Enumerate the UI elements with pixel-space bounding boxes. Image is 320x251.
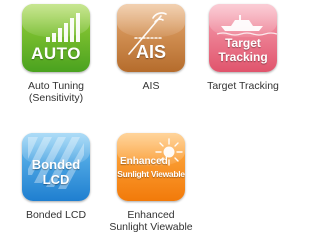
bonded-tile-label-line1: Bonded (31, 157, 81, 172)
feature-ais: AIS AIS (104, 4, 198, 92)
sun-icon (155, 138, 183, 166)
auto-tile-label: AUTO (31, 44, 81, 63)
sunlight-viewable-tile[interactable]: Enhanced Sunlight Viewable (117, 133, 185, 201)
auto-tuning-tile[interactable]: AUTO (22, 4, 90, 72)
bonded-lcd-caption: Bonded LCD (25, 209, 87, 221)
sunlight-viewable-caption: Enhanced Sunlight Viewable (109, 209, 193, 233)
sun-tile-label-line1: Enhanced (120, 156, 168, 167)
ais-caption: AIS (142, 80, 160, 92)
bonded-lcd-tile[interactable]: Bonded LCD (22, 133, 90, 201)
feature-target-tracking: Target Tracking Target Tracking (196, 4, 290, 92)
target-tracking-caption: Target Tracking (207, 80, 279, 92)
target-tracking-tile[interactable]: Target Tracking (209, 4, 277, 72)
feature-bonded-lcd: Bonded LCD Bonded LCD (9, 133, 103, 221)
target-tile-label-line1: Target (225, 36, 261, 50)
feature-sunlight-viewable: Enhanced Sunlight Viewable Enhanced Sunl… (104, 133, 198, 233)
bonded-tile-label-line2: LCD (42, 172, 70, 187)
target-tile-label-line2: Tracking (218, 50, 268, 64)
feature-auto-tuning: AUTO Auto Tuning (Sensitivity) (9, 4, 103, 104)
ais-tile[interactable]: AIS (117, 4, 185, 72)
auto-tuning-caption: Auto Tuning (Sensitivity) (27, 80, 85, 104)
sun-tile-label-line2: Sunlight Viewable (117, 169, 185, 179)
ais-tile-label: AIS (135, 42, 166, 62)
